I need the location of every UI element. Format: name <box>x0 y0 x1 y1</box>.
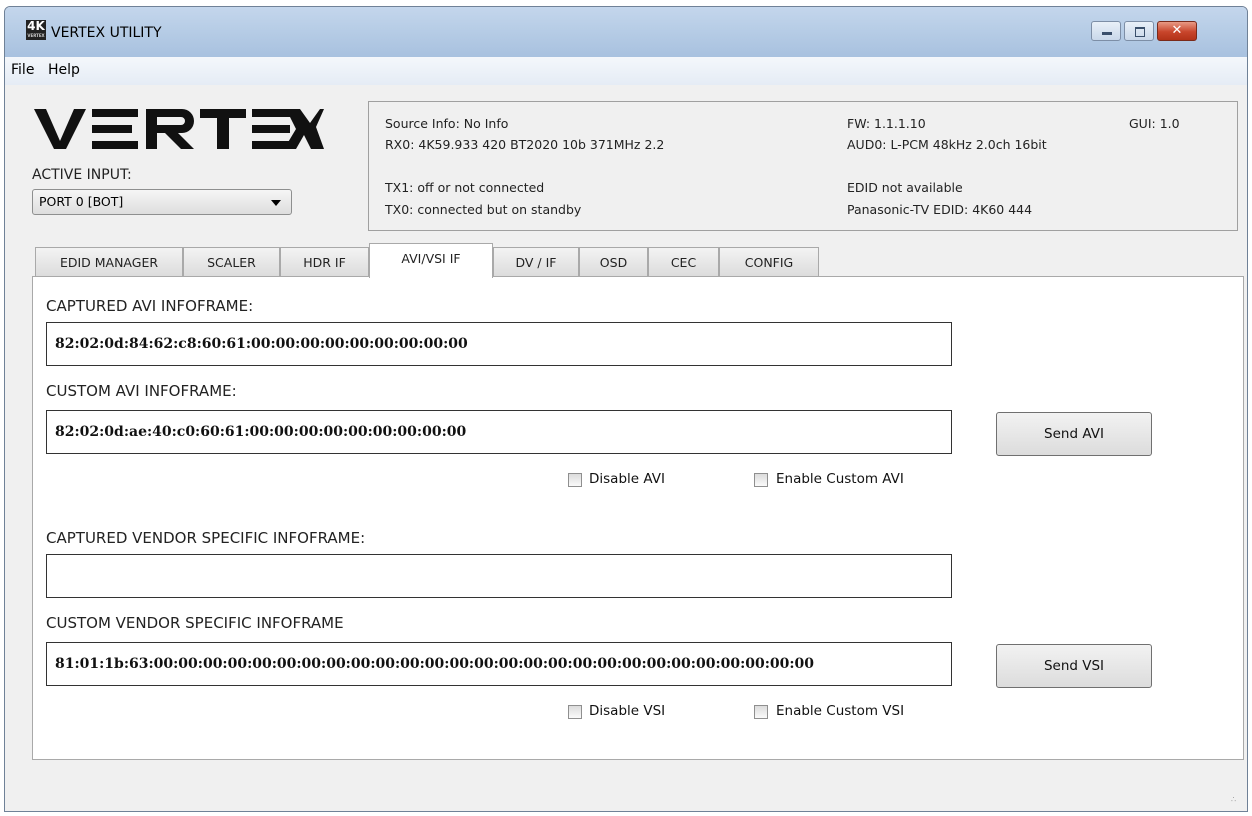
window-title: VERTEX UTILITY <box>51 25 162 41</box>
custom-avi-field[interactable]: 82:02:0d:ae:40:c0:60:61:00:00:00:00:00:0… <box>46 410 952 454</box>
captured-avi-label: CAPTURED AVI INFOFRAME: <box>46 297 254 315</box>
tab-config[interactable]: CONFIG <box>719 247 819 276</box>
title-bar[interactable]: 4K VERTEX VERTEX UTILITY ✕ <box>5 7 1247 57</box>
source-info: Source Info: No Info <box>385 116 509 131</box>
disable-avi-label: Disable AVI <box>589 471 665 487</box>
tab-cec[interactable]: CEC <box>648 247 719 276</box>
enable-custom-vsi-checkbox[interactable] <box>754 705 768 719</box>
enable-custom-vsi-label: Enable Custom VSI <box>776 703 905 719</box>
minimize-button[interactable] <box>1091 21 1121 41</box>
status-info-panel: Source Info: No Info RX0: 4K59.933 420 B… <box>368 101 1238 231</box>
captured-vsi-label: CAPTURED VENDOR SPECIFIC INFOFRAME: <box>46 529 366 547</box>
tab-avi-vsi-if[interactable]: AVI/VSI IF <box>369 243 493 278</box>
chevron-down-icon <box>271 200 281 206</box>
send-avi-button[interactable]: Send AVI <box>996 412 1152 456</box>
tx0-info: TX0: connected but on standby <box>385 202 582 217</box>
tx1-info: TX1: off or not connected <box>385 180 545 195</box>
active-input-value: PORT 0 [BOT] <box>39 194 124 209</box>
gui-version: GUI: 1.0 <box>1129 116 1180 131</box>
enable-custom-avi-label: Enable Custom AVI <box>776 471 904 487</box>
avi-vsi-panel: CAPTURED AVI INFOFRAME: 82:02:0d:84:62:c… <box>32 276 1244 760</box>
maximize-button[interactable] <box>1124 21 1154 41</box>
disable-vsi-label: Disable VSI <box>589 703 666 719</box>
close-icon: ✕ <box>1171 23 1183 38</box>
send-vsi-button[interactable]: Send VSI <box>996 644 1152 688</box>
disable-avi-checkbox[interactable] <box>568 473 582 487</box>
tab-hdr-if[interactable]: HDR IF <box>280 247 369 276</box>
custom-vsi-label: CUSTOM VENDOR SPECIFIC INFOFRAME <box>46 614 344 632</box>
captured-vsi-field[interactable] <box>46 554 952 598</box>
custom-avi-label: CUSTOM AVI INFOFRAME: <box>46 382 237 400</box>
active-input-dropdown[interactable]: PORT 0 [BOT] <box>32 189 292 215</box>
edid-status: EDID not available <box>847 180 963 195</box>
aud0-info: AUD0: L-PCM 48kHz 2.0ch 16bit <box>847 137 1047 152</box>
tab-edid-manager[interactable]: EDID MANAGER <box>35 247 183 276</box>
enable-custom-avi-checkbox[interactable] <box>754 473 768 487</box>
tv-edid-info: Panasonic-TV EDID: 4K60 444 <box>847 202 1033 217</box>
4k-app-icon: 4K VERTEX <box>26 19 46 40</box>
captured-avi-field[interactable]: 82:02:0d:84:62:c8:60:61:00:00:00:00:00:0… <box>46 322 952 366</box>
disable-vsi-checkbox[interactable] <box>568 705 582 719</box>
tab-scaler[interactable]: SCALER <box>183 247 280 276</box>
resize-grip-icon[interactable]: ∴ <box>1231 796 1241 807</box>
fw-version: FW: 1.1.1.10 <box>847 116 926 131</box>
menu-bar: File Help <box>5 57 1247 85</box>
tab-osd[interactable]: OSD <box>579 247 648 276</box>
active-input-label: ACTIVE INPUT: <box>32 167 132 183</box>
vertex-logo <box>34 109 324 149</box>
menu-file[interactable]: File <box>11 62 34 78</box>
close-button[interactable]: ✕ <box>1157 21 1197 41</box>
custom-vsi-field[interactable]: 81:01:1b:63:00:00:00:00:00:00:00:00:00:0… <box>46 642 952 686</box>
menu-help[interactable]: Help <box>48 62 80 78</box>
app-window: 4K VERTEX VERTEX UTILITY ✕ File Help ACTI… <box>4 6 1248 812</box>
tab-dv-if[interactable]: DV / IF <box>493 247 579 276</box>
rx0-info: RX0: 4K59.933 420 BT2020 10b 371MHz 2.2 <box>385 137 665 152</box>
